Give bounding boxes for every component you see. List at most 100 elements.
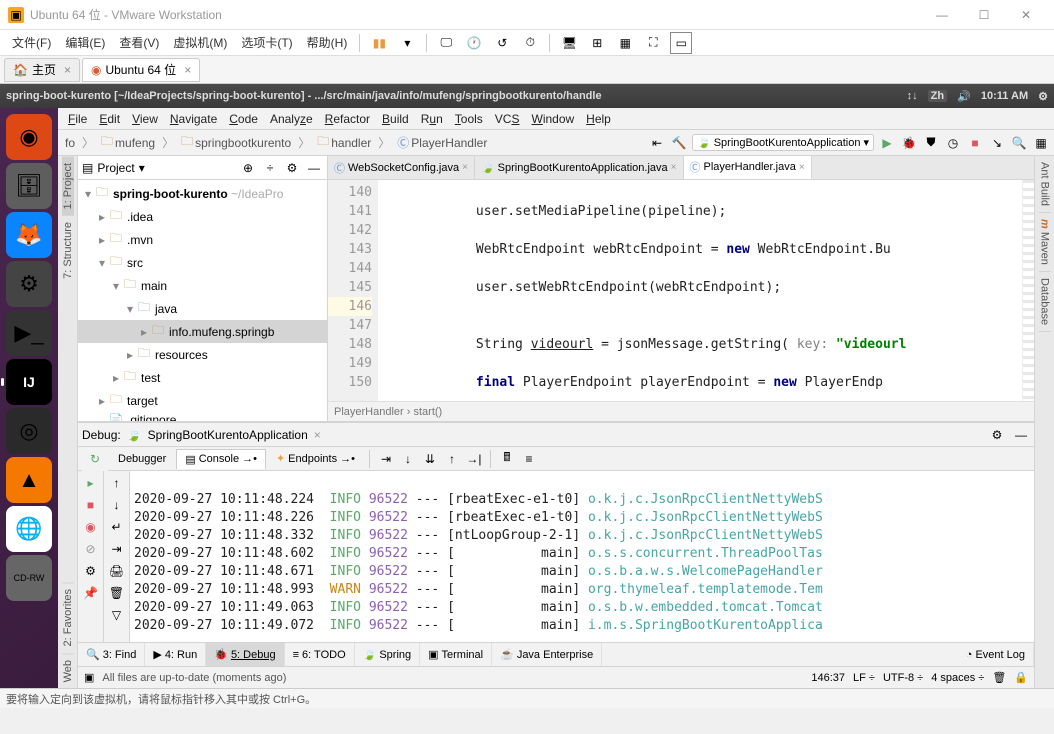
sound-icon[interactable]: 🔊 — [957, 90, 971, 103]
sidebar-tab-antbuild[interactable]: Ant Build — [1039, 156, 1051, 213]
vmware-tab-ubuntu[interactable]: ◉ Ubuntu 64 位 × — [82, 58, 200, 82]
run-to-cursor-icon[interactable]: →| — [464, 449, 484, 469]
step-force-icon[interactable]: ⇊ — [420, 449, 440, 469]
toolwindow-javaee[interactable]: ☕ Java Enterprise — [492, 643, 602, 666]
toolwindow-spring[interactable]: 🍃 Spring — [355, 643, 421, 666]
snapshot-manage-icon[interactable]: 🕐 — [463, 32, 485, 54]
evaluate-icon[interactable]: 🖩 — [497, 449, 517, 469]
unity-icon[interactable]: ⊞ — [586, 32, 608, 54]
mute-breakpoints-icon[interactable]: ⊘ — [81, 539, 101, 559]
console-tab[interactable]: ▤Console →• — [176, 449, 266, 469]
rerun-button[interactable]: ↻ — [85, 449, 105, 469]
vm-menu-view[interactable]: 查看(V) — [113, 31, 165, 54]
launcher-vlc-icon[interactable]: ▲ — [6, 457, 52, 503]
sidebar-tab-web[interactable]: Web — [62, 653, 74, 688]
snapshot-take-icon[interactable]: ⏱ — [519, 32, 541, 54]
network-icon[interactable]: ↕↓ — [907, 90, 918, 102]
status-encoding[interactable]: UTF-8 ÷ — [883, 672, 923, 684]
vm-menu-file[interactable]: 文件(F) — [6, 31, 57, 54]
filter-icon[interactable]: ▽ — [107, 605, 127, 625]
clock[interactable]: 10:11 AM — [981, 90, 1028, 102]
tree-item[interactable]: ▾🗀java — [78, 297, 327, 320]
ij-menu-build[interactable]: Build — [376, 110, 415, 128]
code-editor[interactable]: user.setMediaPipeline(pipeline); WebRtcE… — [378, 180, 1022, 401]
toolwindow-run[interactable]: ▶ 4: Run — [145, 643, 206, 666]
tree-item[interactable]: ▸🗀resources — [78, 343, 327, 366]
nav-crumb[interactable]: 🗀springbootkurento — [178, 130, 294, 155]
nav-crumb[interactable]: fo — [62, 134, 78, 152]
sidebar-tab-maven[interactable]: m Maven — [1039, 213, 1051, 272]
tree-item[interactable]: ▾🗀main — [78, 274, 327, 297]
vm-menu-tab[interactable]: 选项卡(T) — [235, 31, 298, 54]
input-method[interactable]: Zh — [928, 90, 947, 102]
clear-icon[interactable]: 🗑 — [107, 583, 127, 603]
minimize-button[interactable]: — — [922, 1, 962, 29]
collapse-icon[interactable]: ÷ — [261, 159, 279, 177]
status-indent[interactable]: 4 spaces ÷ — [931, 672, 984, 684]
launcher-ubuntu-icon[interactable]: ◉ — [6, 114, 52, 160]
coverage-button[interactable]: ⛊ — [922, 134, 940, 152]
step-out-icon[interactable]: ↑ — [442, 449, 462, 469]
tree-item[interactable]: ▸🗀.idea — [78, 205, 327, 228]
close-icon[interactable]: × — [462, 162, 468, 173]
debugger-tab[interactable]: Debugger — [110, 450, 174, 468]
step-over-icon[interactable]: ⇥ — [376, 449, 396, 469]
launcher-terminal-icon[interactable]: ▶_ — [6, 310, 52, 356]
toolwindow-terminal[interactable]: ▣ Terminal — [420, 643, 492, 666]
hide-icon[interactable]: — — [305, 159, 323, 177]
close-icon[interactable]: × — [184, 63, 191, 77]
ij-menu-navigate[interactable]: Navigate — [164, 110, 223, 128]
toolwindow-debug[interactable]: 🐞 5: Debug — [206, 643, 284, 666]
soft-wrap-icon[interactable]: ↵ — [107, 517, 127, 537]
stop-button[interactable]: ■ — [966, 134, 984, 152]
pin-icon[interactable]: 📌 — [81, 583, 101, 603]
debug-button[interactable]: 🐞 — [900, 134, 918, 152]
status-position[interactable]: 146:37 — [811, 672, 845, 684]
editor-tab-active[interactable]: ⒸPlayerHandler.java× — [684, 156, 812, 179]
trace-icon[interactable]: ≡ — [519, 449, 539, 469]
scroll-up-icon[interactable]: ↑ — [107, 473, 127, 493]
tab-icon[interactable]: ▭ — [670, 32, 692, 54]
run-config-selector[interactable]: 🍃 SpringBootKurentoApplication ▾ — [692, 134, 874, 151]
snapshot-revert-icon[interactable]: ↺ — [491, 32, 513, 54]
target-icon[interactable]: ⊕ — [239, 159, 257, 177]
endpoints-tab[interactable]: ✦Endpoints →• — [268, 449, 363, 468]
ij-menu-window[interactable]: Window — [525, 110, 580, 128]
breadcrumb-item[interactable]: start() — [413, 406, 442, 418]
vm-menu-help[interactable]: 帮助(H) — [301, 31, 354, 54]
launcher-obs-icon[interactable]: ◎ — [6, 408, 52, 454]
ij-menu-vcs[interactable]: VCS — [489, 110, 526, 128]
vmware-tab-home[interactable]: 🏠 主页 × — [4, 58, 80, 82]
launcher-cdrw-icon[interactable]: CD-RW — [6, 555, 52, 601]
launcher-settings-icon[interactable]: ⚙ — [6, 261, 52, 307]
tree-item-root[interactable]: ▾🗀spring-boot-kurento ~/IdeaPro — [78, 182, 327, 205]
ij-menu-refactor[interactable]: Refactor — [319, 110, 376, 128]
view-breakpoints-icon[interactable]: ◉ — [81, 517, 101, 537]
maximize-button[interactable]: ☐ — [964, 1, 1004, 29]
ij-menu-tools[interactable]: Tools — [449, 110, 489, 128]
ij-menu-file[interactable]: File — [62, 110, 93, 128]
sidebar-tab-database[interactable]: Database — [1039, 272, 1051, 332]
memory-icon[interactable]: 🗑 — [992, 671, 1006, 684]
editor-tab[interactable]: 🍃SpringBootKurentoApplication.java× — [475, 156, 684, 179]
vm-menu-vm[interactable]: 虚拟机(M) — [167, 31, 233, 54]
dropdown-icon[interactable]: ▾ — [396, 32, 418, 54]
close-icon[interactable]: × — [64, 63, 71, 77]
toolwindow-find[interactable]: 🔍 3: Find — [78, 643, 145, 666]
thumbnail-icon[interactable]: ▦ — [614, 32, 636, 54]
settings-gear-icon[interactable]: ⚙ — [1038, 90, 1048, 103]
nav-crumb[interactable]: 🗀mufeng — [98, 130, 158, 155]
close-icon[interactable]: × — [799, 162, 805, 173]
settings-icon[interactable]: ⚙ — [81, 561, 101, 581]
search-icon[interactable]: 🔍 — [1010, 134, 1028, 152]
sidebar-tab-project[interactable]: 1: Project — [62, 156, 74, 215]
launcher-firefox-icon[interactable]: 🦊 — [6, 212, 52, 258]
lock-icon[interactable]: 🔒 — [1014, 671, 1028, 684]
nav-crumb[interactable]: 🗀handler — [314, 130, 374, 155]
toolwindow-eventlog[interactable]: ◔ Event Log — [958, 643, 1034, 666]
sidebar-tab-favorites[interactable]: 2: Favorites — [62, 582, 74, 652]
tree-item-selected[interactable]: ▸🗀info.mufeng.springb — [78, 320, 327, 343]
project-structure-icon[interactable]: ▦ — [1032, 134, 1050, 152]
print-icon[interactable]: 🖨 — [107, 561, 127, 581]
toolwindows-icon[interactable]: ▣ — [84, 671, 94, 684]
